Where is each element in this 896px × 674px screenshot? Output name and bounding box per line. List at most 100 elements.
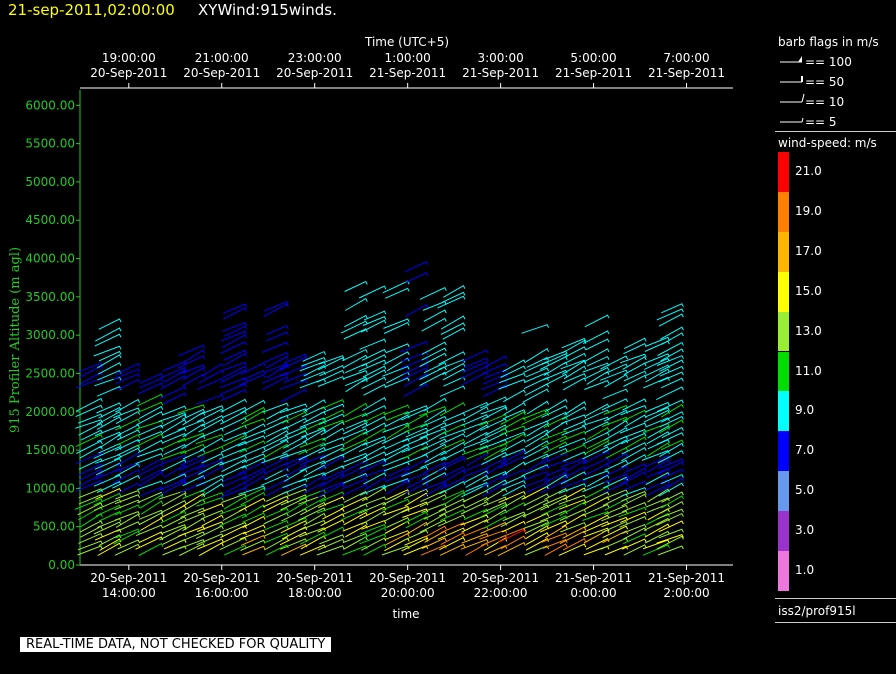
wind-barb [160,454,187,465]
wind-barb [656,512,684,526]
colorbar-swatch [778,511,789,551]
wind-barb [419,287,447,300]
wind-barb [401,367,429,381]
wind-barb [316,545,345,556]
wind-barb [460,514,489,526]
wind-barb [341,478,368,490]
wind-barb [220,398,247,413]
x-tick-label-date: 21-Sep-2011 [648,571,725,585]
wind-barb [140,517,164,531]
wind-barb [317,376,345,387]
y-tick-label: 500.00 [33,520,75,534]
wind-barb [224,476,247,487]
wind-barb [301,356,326,367]
wind-barb [405,304,429,317]
wind-barb [526,499,550,511]
wind-barb [480,404,508,415]
wind-barb [162,427,187,439]
wind-barb [541,515,568,528]
x2-tick-label-date: 21-Sep-2011 [648,66,725,80]
y-tick-label: 1000.00 [25,481,75,495]
wind-barb [561,346,587,360]
wind-barb [140,373,164,384]
wind-barb [303,481,326,494]
wind-barb [239,529,266,540]
wind-barb [115,373,141,385]
wind-barb [623,362,647,376]
wind-barb [384,414,410,428]
wind-barb [460,365,489,380]
barb-flag-icon [801,93,805,103]
wind-barb [501,527,526,538]
wind-barb [281,411,308,424]
wind-barb [317,419,345,430]
x-tick-label-time: 18:00:00 [288,586,342,600]
wind-barb [647,425,670,439]
wind-barb [242,524,266,535]
x-tick-label-date: 20-Sep-2011 [462,571,539,585]
wind-barb [196,377,224,391]
wind-barb [358,285,387,299]
bottom-axis-label: time [392,607,419,621]
wind-barb [196,408,224,423]
wind-barb [361,405,387,418]
wind-barb [265,507,289,518]
wind-barb [624,414,647,428]
wind-barb [96,386,122,397]
wind-barb [94,333,122,347]
x-tick-label-time: 2:00:00 [663,586,709,600]
wind-barb [363,310,387,321]
barb-flag-icon [801,117,804,123]
colorbar-label: 19.0 [795,203,822,218]
wind-barb [421,341,447,355]
wind-barb [223,544,247,556]
wind-barb [582,330,610,345]
wind-barbs [74,261,684,557]
wind-barb [600,369,629,381]
wind-barb [661,426,684,439]
x2-tick-label-date: 20-Sep-2011 [183,66,260,80]
y-tick-label: 0.00 [48,558,75,572]
wind-barb [584,314,610,328]
wind-barb [620,404,647,416]
wind-barb [604,489,629,500]
wind-barb [562,377,587,391]
y-tick-label: 3500.00 [25,290,75,304]
wind-barb [522,504,550,518]
wind-barb [94,376,122,387]
wind-barb [463,406,489,421]
wind-barb [263,443,289,459]
y-axis-label: 915 Profiler Altitude (m agl) [8,247,23,433]
wind-barb [442,412,466,423]
wind-barb [544,488,568,500]
wind-barb [320,513,345,527]
wind-barb [218,447,247,460]
wind-barb [560,457,587,468]
wind-barb [619,422,647,434]
colorbar-swatch [778,271,789,312]
wind-barb [195,394,224,405]
wind-barb [303,512,326,526]
wind-barb [659,419,684,434]
wind-barb [583,527,610,538]
wind-barb [316,369,345,383]
wind-barb [162,433,187,444]
wind-barb [78,488,103,499]
wind-barb [660,501,684,514]
colorbar-swatch [778,152,789,192]
wind-barb [78,413,103,424]
wind-barb [301,475,326,489]
x-tick-label-time: 16:00:00 [195,586,249,600]
wind-barb [343,354,368,369]
wind-barb [220,410,247,425]
wind-barb [465,542,489,556]
wind-barb [466,452,489,467]
x-tick-label-date: 21-Sep-2011 [555,571,632,585]
wind-barb [180,507,206,518]
wind-barb [359,484,387,496]
wind-barb [139,377,164,389]
wind-barb [221,334,247,349]
wind-barb [584,457,610,470]
wind-barb [363,476,387,491]
wind-barb [601,398,629,411]
